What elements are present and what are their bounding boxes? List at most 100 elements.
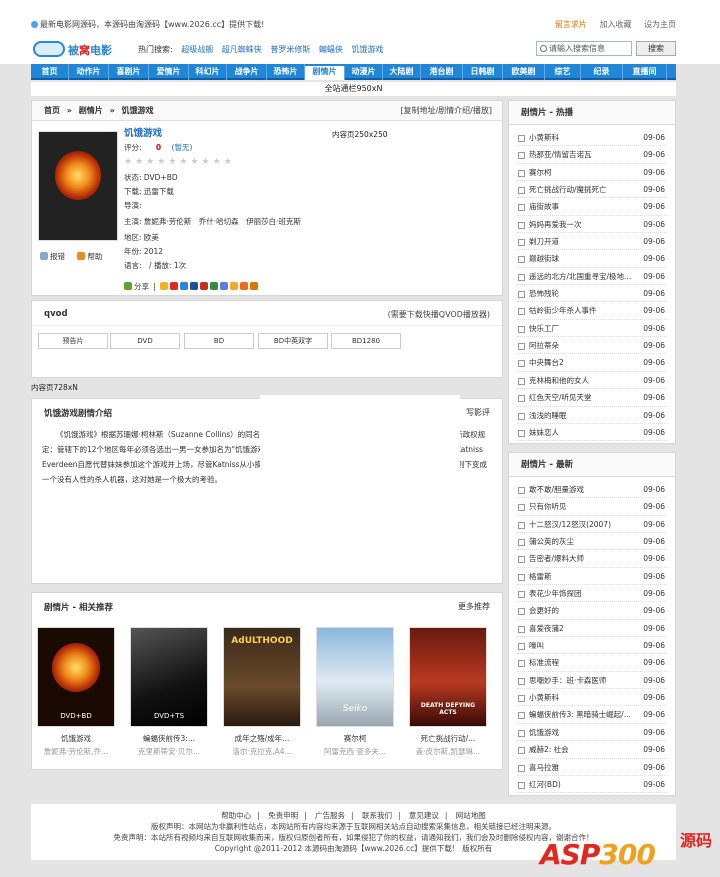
list-item[interactable]: 小黄斯科 09-06 bbox=[517, 129, 667, 147]
list-item[interactable]: 红色天空/听见天堂 09-06 bbox=[517, 389, 667, 407]
list-item-name[interactable]: 阿拉蒂朵 bbox=[529, 341, 559, 350]
nav-item[interactable]: 动作片 bbox=[69, 64, 109, 80]
nav-item[interactable]: 纪录 bbox=[581, 64, 623, 80]
list-item-name[interactable]: 只有你听见 bbox=[529, 502, 567, 511]
nav-item[interactable]: 爱情片 bbox=[149, 64, 189, 80]
nav-item[interactable]: 剧情片 bbox=[305, 66, 345, 80]
list-item-name[interactable]: 妹妹恋人 bbox=[529, 428, 559, 437]
related-item[interactable]: DVD+BD 饥饿游戏 詹妮弗·劳伦斯,乔... bbox=[36, 627, 116, 757]
list-item[interactable]: 蒲公英的灰尘 09-06 bbox=[517, 533, 667, 551]
episode-tab[interactable]: BD1280 bbox=[331, 333, 401, 349]
related-item-title[interactable]: 赛尔柯 bbox=[315, 733, 395, 744]
star-icon[interactable]: ★ bbox=[124, 157, 132, 167]
related-item[interactable]: DEATH DEFYING ACTS 死亡挑战行动/... 盖·皮尔斯,凯瑟琳.… bbox=[408, 627, 488, 757]
list-item[interactable]: 敢不敢/胆量游戏 09-06 bbox=[517, 481, 667, 499]
related-item[interactable]: DVD+TS 蝙蝠侠前传3:... 克里斯蒂安·贝尔... bbox=[129, 627, 209, 757]
list-item-name[interactable]: 嚎叫 bbox=[529, 641, 544, 650]
list-item[interactable]: 蝙蝠侠前传3: 黑暗骑士崛起/... 09-06 bbox=[517, 706, 667, 724]
list-item-name[interactable]: 红河(BD) bbox=[529, 780, 561, 789]
related-poster[interactable]: DVD+TS bbox=[130, 627, 208, 727]
related-poster[interactable]: AdULTHOOD bbox=[223, 627, 301, 727]
star-icon[interactable]: ★ bbox=[157, 157, 165, 167]
hot-keyword[interactable]: 超级战舰 bbox=[181, 45, 213, 54]
list-item[interactable]: 热那亚/情留吉诺瓦 09-06 bbox=[517, 146, 667, 164]
footer-link[interactable]: 广告服务 bbox=[315, 811, 345, 820]
list-item-name[interactable]: 快乐工厂 bbox=[529, 324, 559, 333]
list-item-name[interactable]: 喜爱夜蒲2 bbox=[529, 624, 564, 633]
related-item-title[interactable]: 饥饿游戏 bbox=[36, 733, 116, 744]
star-icon[interactable]: ★ bbox=[190, 157, 198, 167]
list-item[interactable]: 表花少年饰探团 09-06 bbox=[517, 585, 667, 603]
related-poster[interactable]: DVD+BD bbox=[37, 627, 115, 727]
breadcrumb-category[interactable]: 剧情片 bbox=[79, 106, 103, 115]
star-icon[interactable]: ★ bbox=[146, 157, 154, 167]
list-item-name[interactable]: 浅浅的睡眠 bbox=[529, 411, 567, 420]
list-item-name[interactable]: 剃刀开道 bbox=[529, 237, 559, 246]
list-item[interactable]: 克林梅和他的女人 09-06 bbox=[517, 372, 667, 390]
star-icon[interactable]: ★ bbox=[224, 157, 232, 167]
search-button[interactable]: 搜索 bbox=[636, 41, 676, 56]
related-item[interactable]: AdULTHOOD 成年之殇/成年... 洛尔·克拉克,A4... bbox=[222, 627, 302, 757]
homepage-link[interactable]: 设为主页 bbox=[644, 20, 676, 29]
list-item[interactable]: 浅浅的睡眠 09-06 bbox=[517, 407, 667, 424]
hot-keyword[interactable]: 普罗米修斯 bbox=[270, 45, 310, 54]
episode-tab[interactable]: 预告片 bbox=[38, 333, 108, 349]
breadcrumb-home[interactable]: 首页 bbox=[44, 106, 60, 115]
list-item[interactable]: 死亡挑战行动/魔挑死亡 09-06 bbox=[517, 181, 667, 199]
list-item[interactable]: 快乐工厂 09-06 bbox=[517, 320, 667, 338]
list-item[interactable]: 妈妈再爱我一次 09-06 bbox=[517, 216, 667, 234]
list-item[interactable]: 恐怖残轮 09-06 bbox=[517, 285, 667, 303]
nav-item[interactable]: 战争片 bbox=[227, 64, 267, 80]
footer-link[interactable]: 联系我们 bbox=[362, 811, 392, 820]
related-item-title[interactable]: 成年之殇/成年... bbox=[222, 733, 302, 744]
tqq-icon[interactable] bbox=[180, 282, 189, 290]
list-item-name[interactable]: 中央舞台2 bbox=[529, 358, 564, 367]
nav-item[interactable]: 动漫片 bbox=[345, 64, 383, 80]
list-item-name[interactable]: 遥远的北方/北国重寻宝/极地... bbox=[529, 272, 631, 281]
list-item-name[interactable]: 格雷斯 bbox=[529, 572, 552, 581]
list-item[interactable]: 红河(BD) 09-06 bbox=[517, 776, 667, 794]
request-link[interactable]: 留言求片 bbox=[555, 20, 587, 29]
list-item-name[interactable]: 思嘲妙手：班·卡森医师 bbox=[529, 676, 606, 685]
list-item-name[interactable]: 标准流程 bbox=[529, 658, 559, 667]
related-item-title[interactable]: 死亡挑战行动/... bbox=[408, 733, 488, 744]
related-poster[interactable]: DEATH DEFYING ACTS bbox=[409, 627, 487, 727]
qzone-icon[interactable] bbox=[160, 282, 169, 290]
list-item[interactable]: 遥远的北方/北国重寻宝/极地... 09-06 bbox=[517, 268, 667, 286]
episode-tab[interactable]: BD bbox=[184, 333, 254, 349]
nav-item[interactable]: 喜剧片 bbox=[109, 64, 149, 80]
list-item-name[interactable]: 敢不敢/胆量游戏 bbox=[529, 485, 584, 494]
list-item-name[interactable]: 红色天空/听见天堂 bbox=[529, 393, 592, 402]
list-item-name[interactable]: 死亡挑战行动/魔挑死亡 bbox=[529, 185, 607, 194]
star-icon[interactable]: ★ bbox=[135, 157, 143, 167]
site-logo[interactable]: 被窝电影 bbox=[33, 39, 133, 59]
related-poster[interactable]: Seiko bbox=[316, 627, 394, 727]
episode-tab[interactable]: DVD bbox=[110, 333, 180, 349]
list-item[interactable]: 饥饿游戏 09-06 bbox=[517, 724, 667, 742]
list-item[interactable]: 思嘲妙手：班·卡森医师 09-06 bbox=[517, 672, 667, 690]
star-icon[interactable]: ★ bbox=[179, 157, 187, 167]
list-item[interactable]: 格雷斯 09-06 bbox=[517, 568, 667, 586]
kaixin-icon[interactable] bbox=[200, 282, 209, 290]
hot-keyword[interactable]: 超凡蜘蛛侠 bbox=[222, 45, 262, 54]
taobao-icon[interactable] bbox=[240, 282, 249, 290]
more-related-link[interactable]: 更多推荐 bbox=[458, 601, 490, 612]
download-row[interactable]: 下载: 迅雷下载 bbox=[124, 185, 334, 199]
nav-item[interactable]: 日韩剧 bbox=[463, 64, 503, 80]
nav-item[interactable]: 综艺 bbox=[545, 64, 581, 80]
list-item-name[interactable]: 热那亚/情留吉诺瓦 bbox=[529, 150, 592, 159]
footer-link[interactable]: 免责申明 bbox=[268, 811, 298, 820]
list-item[interactable]: 剃刀开道 09-06 bbox=[517, 233, 667, 251]
footer-link[interactable]: 帮助中心 bbox=[221, 811, 251, 820]
star-icon[interactable]: ★ bbox=[213, 157, 221, 167]
nav-item[interactable]: 直播间 bbox=[623, 64, 667, 80]
sina-icon[interactable] bbox=[170, 282, 179, 290]
star-icon[interactable]: ★ bbox=[168, 157, 176, 167]
list-item[interactable]: 会更好的 09-06 bbox=[517, 602, 667, 620]
related-item[interactable]: Seiko 赛尔柯 阿雷克西·查多夫... bbox=[315, 627, 395, 757]
list-item-name[interactable]: 牯岭街少年杀人事件 bbox=[529, 306, 597, 315]
list-item-name[interactable]: 蒲公英的灰尘 bbox=[529, 537, 574, 546]
write-review-link[interactable]: 写影评 bbox=[466, 407, 490, 418]
hot-keyword[interactable]: 饥饿游戏 bbox=[351, 45, 383, 54]
list-item-name[interactable]: 威赫2: 社会 bbox=[529, 745, 569, 754]
